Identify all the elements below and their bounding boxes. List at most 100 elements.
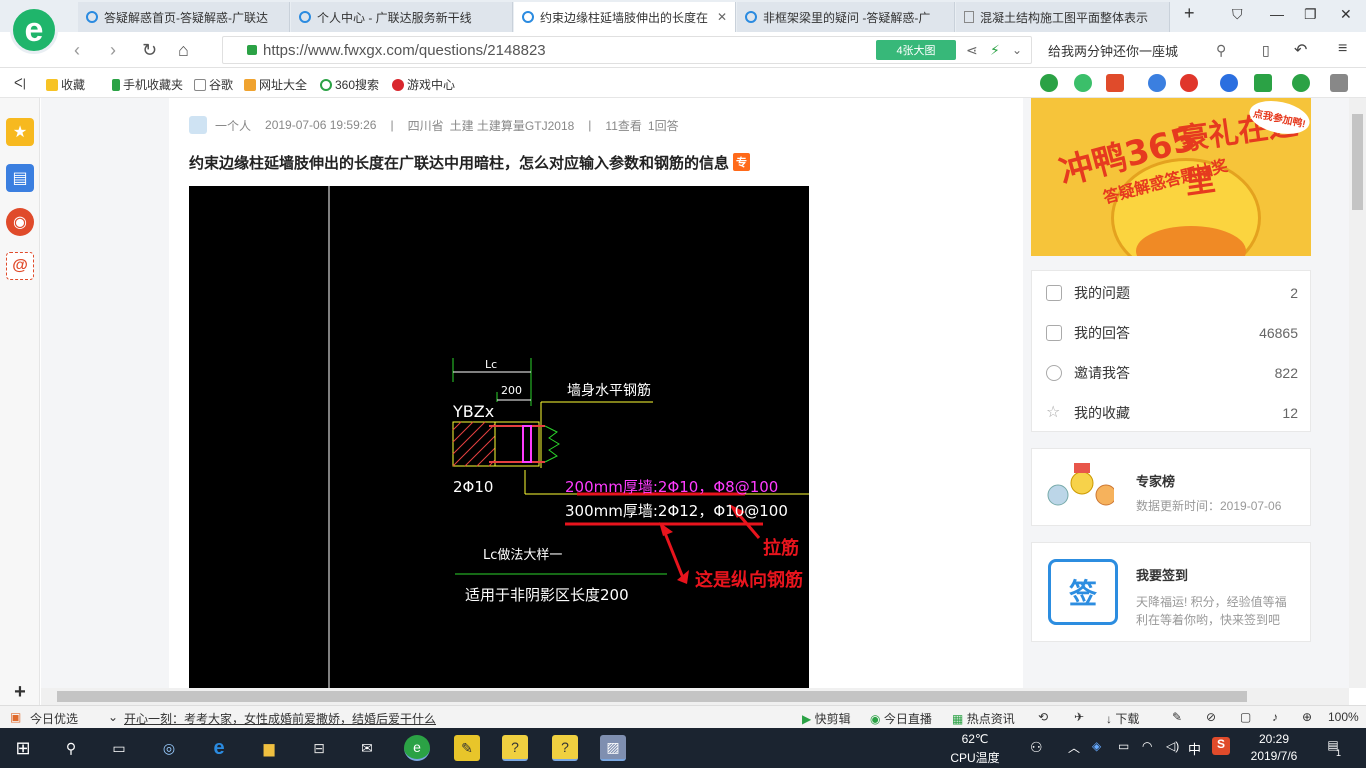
bookmark-sites[interactable]: 网址大全: [244, 76, 307, 93]
lightning-icon[interactable]: ⚡: [990, 42, 1000, 59]
search-icon[interactable]: ⚲: [1216, 42, 1226, 59]
stat-my-answers[interactable]: 我的回答 46865: [1046, 321, 1298, 345]
pin-icon[interactable]: ✈: [1074, 710, 1084, 724]
status-news[interactable]: ▦ 热点资讯: [952, 710, 1015, 727]
scroll-thumb[interactable]: [1352, 114, 1363, 210]
home-button[interactable]: ⌂: [178, 40, 189, 61]
weibo-icon[interactable]: ◉: [6, 208, 34, 236]
undo-icon[interactable]: ↶: [1294, 40, 1307, 60]
tab-concrete-drawing[interactable]: 混凝土结构施工图平面整体表示: [956, 2, 1170, 32]
cloud-icon[interactable]: [1148, 74, 1166, 92]
close-icon[interactable]: ✕: [717, 10, 727, 24]
category[interactable]: 土建 土建算量GTJ2018: [450, 117, 575, 134]
edge-icon[interactable]: e: [206, 735, 232, 761]
clock-time[interactable]: 20:29: [1244, 732, 1304, 746]
shirt-icon[interactable]: ⛉: [1232, 6, 1243, 23]
game-pad-icon[interactable]: [1254, 74, 1272, 92]
headline-link[interactable]: 开心一刻：考考大家，女性成婚前爱撒娇，结婚后爱干什么: [124, 710, 436, 727]
author-name[interactable]: 一个人: [215, 117, 251, 134]
mail-icon[interactable]: ✉: [354, 735, 380, 761]
tab-beam-question[interactable]: 非框架梁里的疑问 -答疑解惑-广: [737, 2, 955, 32]
status-live[interactable]: ◉ 今日直播: [870, 710, 932, 727]
ime-indicator[interactable]: 中: [1188, 739, 1201, 758]
status-quick-edit[interactable]: ▶ 快剪辑: [802, 710, 851, 727]
file-explorer-icon[interactable]: ▆: [256, 735, 282, 761]
tv-icon[interactable]: [1106, 74, 1124, 92]
cube-icon[interactable]: ◈: [1092, 739, 1101, 753]
history-icon[interactable]: ⟲: [1038, 710, 1048, 724]
shield-icon[interactable]: [1292, 74, 1310, 92]
bookmark-games[interactable]: 游戏中心: [392, 76, 455, 93]
bookmark-google[interactable]: 谷歌: [194, 76, 233, 93]
bookmark-360search[interactable]: 360搜索: [320, 76, 379, 93]
extension-icon[interactable]: [1040, 74, 1058, 92]
share-icon[interactable]: ⋖: [966, 42, 978, 59]
minimize-button[interactable]: —: [1270, 6, 1284, 22]
tab-user-center[interactable]: 个人中心 - 广联达服务新干线: [291, 2, 513, 32]
maximize-button[interactable]: ❐: [1304, 6, 1317, 23]
help-icon[interactable]: ?: [502, 735, 528, 761]
cortana-icon[interactable]: ◎: [156, 735, 182, 761]
sidebar-toggle-icon[interactable]: ᐸ|: [14, 76, 26, 90]
scroll-thumb[interactable]: [57, 691, 1247, 702]
sogou-ime-icon[interactable]: S: [1212, 737, 1230, 755]
star-icon: ☆: [1046, 404, 1061, 421]
zoom-level[interactable]: 100%: [1328, 710, 1359, 724]
horizontal-scrollbar[interactable]: [41, 688, 1349, 705]
task-view-icon[interactable]: ▭: [106, 735, 132, 761]
phone-icon[interactable]: ▯: [1262, 42, 1270, 59]
search-input[interactable]: 给我两分钟还你一座城: [1038, 36, 1244, 64]
volume-icon[interactable]: ◁): [1166, 739, 1179, 753]
favorites-star-icon[interactable]: ★: [6, 118, 34, 146]
chevron-down-icon[interactable]: ⌄: [1012, 43, 1022, 57]
search-icon[interactable]: ⚲: [58, 735, 84, 761]
bookmark-mobile[interactable]: 手机收藏夹: [112, 76, 183, 93]
windows-start-icon[interactable]: ⊞: [10, 735, 36, 761]
zoom-icon[interactable]: ⊕: [1302, 710, 1312, 724]
cad-drawing-image[interactable]: Lc 200 墙身水平钢筋 YBZx 2Φ10 200mm厚墙:2Φ10，Φ8@…: [189, 186, 809, 688]
stat-my-questions[interactable]: 我的问题 2: [1046, 281, 1298, 305]
tab-qa-home[interactable]: 答疑解惑首页-答疑解惑-广联达: [78, 2, 290, 32]
menu-icon[interactable]: ≡: [1338, 40, 1347, 58]
apps-icon[interactable]: [1330, 74, 1348, 92]
status-download[interactable]: ↓ 下载: [1106, 710, 1139, 727]
translate-icon[interactable]: [1220, 74, 1238, 92]
paint-app-icon[interactable]: ▨: [600, 735, 626, 761]
add-sidebar-button[interactable]: +: [6, 678, 34, 706]
signin-card[interactable]: 签 我要签到 天降福运! 积分，经验值等福利在等着你哟，快来签到吧: [1031, 542, 1311, 642]
chevron-up-icon[interactable]: ︿: [1068, 739, 1080, 756]
mute-icon[interactable]: ♪: [1272, 710, 1278, 724]
notes-icon[interactable]: ✎: [454, 735, 480, 761]
scissors-icon[interactable]: [1180, 74, 1198, 92]
new-tab-button[interactable]: +: [1184, 3, 1195, 24]
bookmark-favorites[interactable]: 收藏: [46, 76, 85, 93]
large-images-button[interactable]: 4张大图: [876, 40, 956, 60]
people-icon[interactable]: ⚇: [1030, 739, 1043, 756]
browser-360-icon[interactable]: e: [404, 735, 430, 761]
close-window-button[interactable]: ✕: [1340, 6, 1352, 23]
avatar[interactable]: [189, 116, 207, 134]
back-button[interactable]: ‹: [74, 40, 80, 61]
vertical-scrollbar[interactable]: [1349, 98, 1366, 688]
help-icon[interactable]: ?: [552, 735, 578, 761]
assistant-icon[interactable]: [1074, 74, 1092, 92]
refresh-button[interactable]: ↻: [142, 40, 157, 61]
window-icon[interactable]: ▢: [1240, 710, 1251, 724]
stat-invited[interactable]: 邀请我答 822: [1046, 361, 1298, 385]
browser-logo-icon[interactable]: e: [10, 6, 58, 54]
reading-list-icon[interactable]: ▤: [6, 164, 34, 192]
today-picks[interactable]: 今日优选: [30, 710, 78, 727]
tab-current-question[interactable]: 约束边缘柱延墙肢伸出的长度在 ✕: [514, 2, 736, 32]
stat-favorites[interactable]: ☆ 我的收藏 12: [1046, 401, 1298, 425]
store-icon[interactable]: ⊟: [306, 735, 332, 761]
mail-icon[interactable]: @: [6, 252, 34, 280]
forward-button[interactable]: ›: [110, 40, 116, 61]
wifi-icon[interactable]: ◠: [1142, 739, 1152, 753]
paint-icon[interactable]: ✎: [1172, 710, 1182, 724]
chevron-down-icon[interactable]: ⌄: [108, 710, 118, 724]
promo-banner[interactable]: 冲鸭365 豪礼在这里 答疑解惑答题抽奖 点我参加鸭!: [1031, 98, 1311, 256]
settings-icon[interactable]: ⊘: [1206, 710, 1216, 724]
battery-icon[interactable]: ▭: [1118, 739, 1129, 753]
clock-date[interactable]: 2019/7/6: [1244, 749, 1304, 763]
expert-rank-card[interactable]: 专家榜 数据更新时间：2019-07-06: [1031, 448, 1311, 526]
